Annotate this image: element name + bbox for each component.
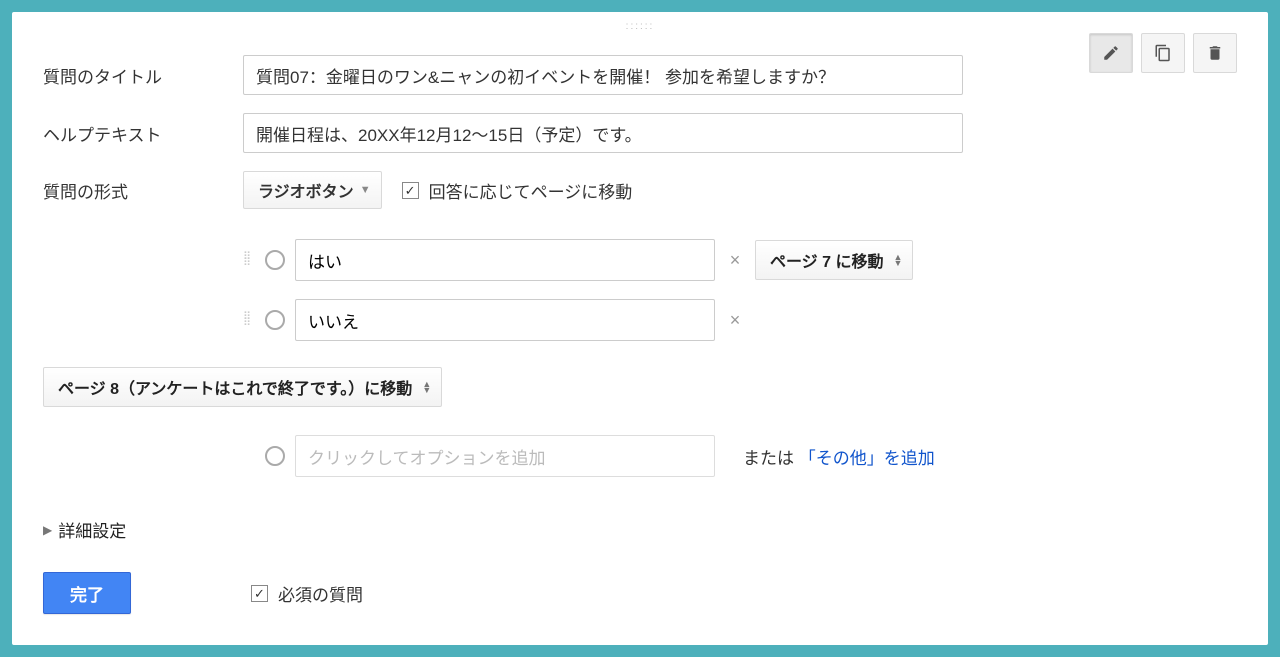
footer-row: 完了 ✓ 必須の質問: [43, 572, 1237, 614]
goto-page-select-wide[interactable]: ページ 8（アンケートはこれで終了です。）に移動 ▲▼: [43, 367, 442, 407]
option-input[interactable]: [295, 299, 715, 341]
add-option-row: クリックしてオプションを追加 または 「その他」を追加: [265, 435, 1237, 477]
sort-icon: ▲▼: [422, 381, 431, 393]
pencil-icon: [1102, 44, 1120, 62]
branch-label: 回答に応じてページに移動: [429, 178, 633, 203]
add-other-link[interactable]: 「その他」を追加: [799, 449, 935, 468]
option-row: ⠿⠿ ×: [243, 299, 1237, 341]
sort-icon: ▲▼: [893, 254, 902, 266]
goto-wide-value: ページ 8（アンケートはこれで終了です。）に移動: [58, 375, 412, 399]
triangle-right-icon: ▶: [43, 523, 52, 537]
toolbar: [1089, 33, 1237, 73]
title-label: 質問のタイトル: [43, 63, 243, 88]
chevron-down-icon: ▼: [360, 184, 371, 196]
advanced-settings-toggle[interactable]: ▶ 詳細設定: [43, 517, 1237, 542]
option-row: ⠿⠿ × ページ 7 に移動 ▲▼: [243, 239, 1237, 281]
question-title-input[interactable]: [243, 55, 963, 95]
options-area: ⠿⠿ × ページ 7 に移動 ▲▼ ⠿⠿ ×: [243, 239, 1237, 341]
required-label: 必須の質問: [278, 581, 363, 606]
panel-drag-handle[interactable]: ::::::: [626, 21, 655, 32]
help-label: ヘルプテキスト: [43, 121, 243, 146]
type-label: 質問の形式: [43, 178, 243, 203]
duplicate-button[interactable]: [1141, 33, 1185, 73]
radio-icon: [265, 446, 285, 466]
drag-handle-icon[interactable]: ⠿⠿: [243, 314, 255, 326]
drag-handle-icon[interactable]: ⠿⠿: [243, 254, 255, 266]
goto-page-select[interactable]: ページ 7 に移動 ▲▼: [755, 240, 913, 280]
branch-checkbox-wrap[interactable]: ✓ 回答に応じてページに移動: [402, 178, 633, 203]
delete-button[interactable]: [1193, 33, 1237, 73]
required-checkbox[interactable]: ✓: [251, 585, 268, 602]
option-input[interactable]: [295, 239, 715, 281]
radio-icon: [265, 310, 285, 330]
copy-icon: [1154, 44, 1172, 62]
advanced-label: 詳細設定: [58, 517, 126, 542]
goto-page-value: ページ 7 に移動: [770, 248, 883, 272]
radio-icon: [265, 250, 285, 270]
add-option-input[interactable]: クリックしてオプションを追加: [295, 435, 715, 477]
or-text: または 「その他」を追加: [743, 444, 935, 469]
question-type-value: ラジオボタン: [258, 178, 354, 202]
remove-option-icon[interactable]: ×: [725, 250, 745, 271]
help-text-input[interactable]: [243, 113, 963, 153]
add-option-placeholder: クリックしてオプションを追加: [308, 444, 546, 469]
question-type-select[interactable]: ラジオボタン ▼: [243, 171, 382, 209]
edit-button[interactable]: [1089, 33, 1133, 73]
question-editor-panel: :::::: 質問のタイトル ヘルプテキスト 質問の形式 ラジオボタン ▼: [12, 12, 1268, 645]
trash-icon: [1206, 44, 1224, 62]
branch-checkbox[interactable]: ✓: [402, 182, 419, 199]
remove-option-icon[interactable]: ×: [725, 310, 745, 331]
required-checkbox-wrap[interactable]: ✓ 必須の質問: [251, 581, 363, 606]
done-button[interactable]: 完了: [43, 572, 131, 614]
